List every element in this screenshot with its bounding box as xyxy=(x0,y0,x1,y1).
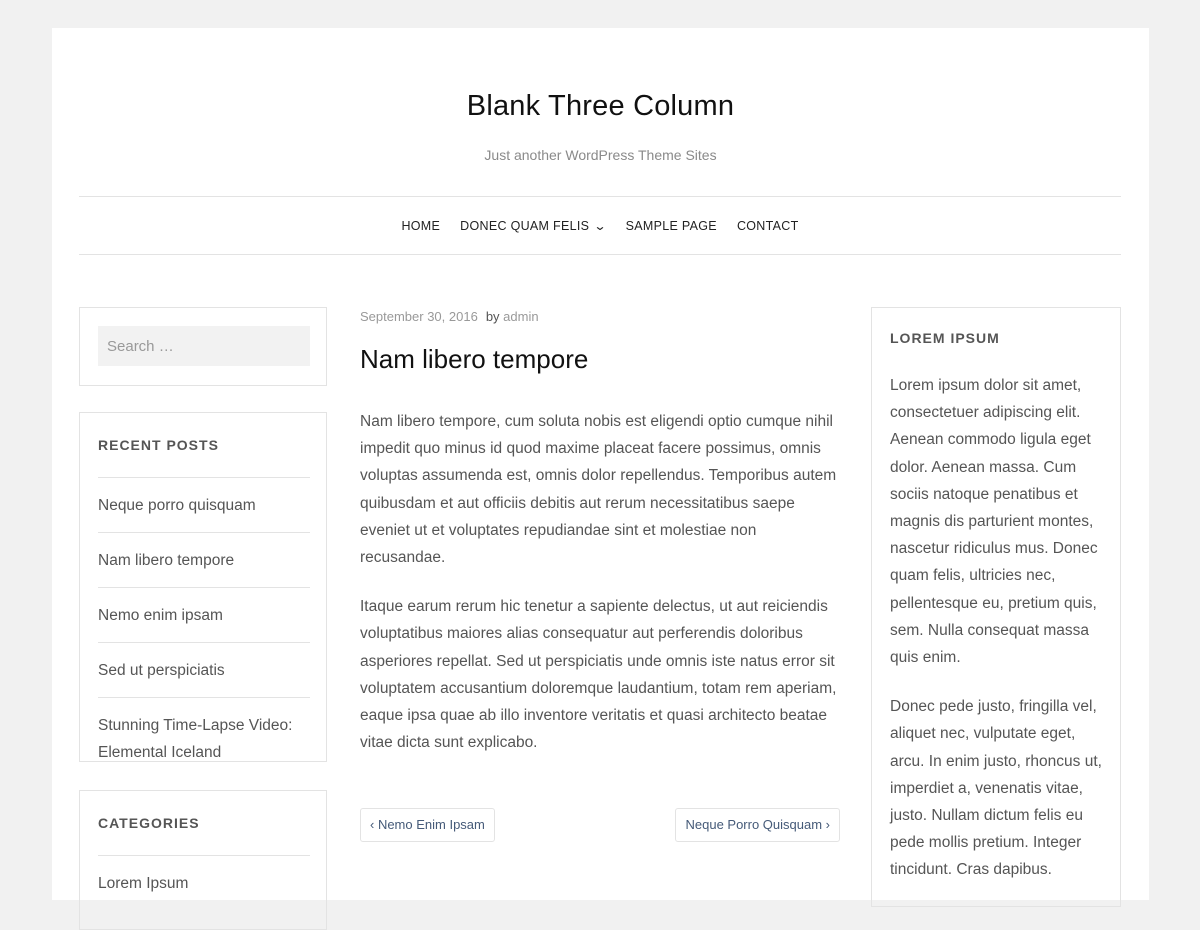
text-widget: LOREM IPSUM Lorem ipsum dolor sit amet, … xyxy=(871,307,1121,907)
nav-item-donec-quam-felis[interactable]: DONEC QUAM FELIS ⌄ xyxy=(460,218,608,233)
post-body: Nam libero tempore, cum soluta nobis est… xyxy=(360,408,840,756)
post-navigation: ‹ Nemo Enim Ipsam Neque Porro Quisquam › xyxy=(360,808,840,842)
recent-post-link[interactable]: Nemo enim ipsam xyxy=(98,607,223,624)
post-paragraph: Itaque earum rerum hic tenetur a sapient… xyxy=(360,598,837,752)
widget-title: RECENT POSTS xyxy=(98,437,219,453)
nav-item-label: DONEC QUAM FELIS xyxy=(460,218,590,233)
categories-list: Lorem Ipsum xyxy=(98,855,310,910)
widget-title: CATEGORIES xyxy=(98,815,200,831)
by-label: by xyxy=(485,309,500,324)
post-author[interactable]: admin xyxy=(503,309,538,324)
search-input[interactable] xyxy=(98,326,310,366)
recent-post-link[interactable]: Stunning Time-Lapse Video: Elemental Ice… xyxy=(98,717,292,761)
recent-post-link[interactable]: Sed ut perspiciatis xyxy=(98,662,225,679)
categories-widget: CATEGORIES Lorem Ipsum xyxy=(79,790,327,930)
recent-post-link[interactable]: Neque porro quisquam xyxy=(98,497,256,514)
widget-title: LOREM IPSUM xyxy=(890,330,1000,346)
list-item: Lorem Ipsum xyxy=(98,855,310,910)
post-date[interactable]: September 30, 2016 xyxy=(360,309,478,324)
category-link[interactable]: Lorem Ipsum xyxy=(98,875,188,892)
main-content: September 30, 2016 by admin Nam libero te… xyxy=(360,307,840,842)
chevron-down-icon: ⌄ xyxy=(593,218,608,233)
next-post-button[interactable]: Neque Porro Quisquam › xyxy=(675,808,840,842)
nav-item-home[interactable]: HOME xyxy=(401,219,440,233)
search-widget xyxy=(79,307,327,386)
list-item: Sed ut perspiciatis xyxy=(98,642,310,697)
list-item: Stunning Time-Lapse Video: Elemental Ice… xyxy=(98,697,310,779)
site-description: Just another WordPress Theme Sites xyxy=(484,147,717,163)
nav-item-sample-page[interactable]: SAMPLE PAGE xyxy=(626,219,717,233)
page-container: Blank Three Column Just another WordPres… xyxy=(52,28,1149,930)
recent-post-link[interactable]: Nam libero tempore xyxy=(98,552,234,569)
site-header: Blank Three Column Just another WordPres… xyxy=(52,28,1149,196)
main-navigation: HOME DONEC QUAM FELIS ⌄ SAMPLE PAGE CONTA… xyxy=(79,196,1121,255)
site-title[interactable]: Blank Three Column xyxy=(52,90,1149,123)
post-title: Nam libero tempore xyxy=(360,344,589,374)
list-item: Neque porro quisquam xyxy=(98,477,310,532)
widget-text: Lorem ipsum dolor sit amet, consectetuer… xyxy=(890,372,1108,906)
widget-paragraph: Lorem ipsum dolor sit amet, consectetuer… xyxy=(890,377,1098,667)
list-item: Nam libero tempore xyxy=(98,532,310,587)
recent-posts-widget: RECENT POSTS Neque porro quisquam Nam li… xyxy=(79,412,327,762)
recent-posts-list: Neque porro quisquam Nam libero tempore … xyxy=(98,477,310,779)
list-item: Nemo enim ipsam xyxy=(98,587,310,642)
previous-post-button[interactable]: ‹ Nemo Enim Ipsam xyxy=(360,808,495,842)
nav-item-contact[interactable]: CONTACT xyxy=(737,219,799,233)
widget-paragraph: Donec pede justo, fringilla vel, aliquet… xyxy=(890,698,1102,879)
post-paragraph: Nam libero tempore, cum soluta nobis est… xyxy=(360,413,837,567)
post-meta: September 30, 2016 by admin xyxy=(360,309,840,324)
